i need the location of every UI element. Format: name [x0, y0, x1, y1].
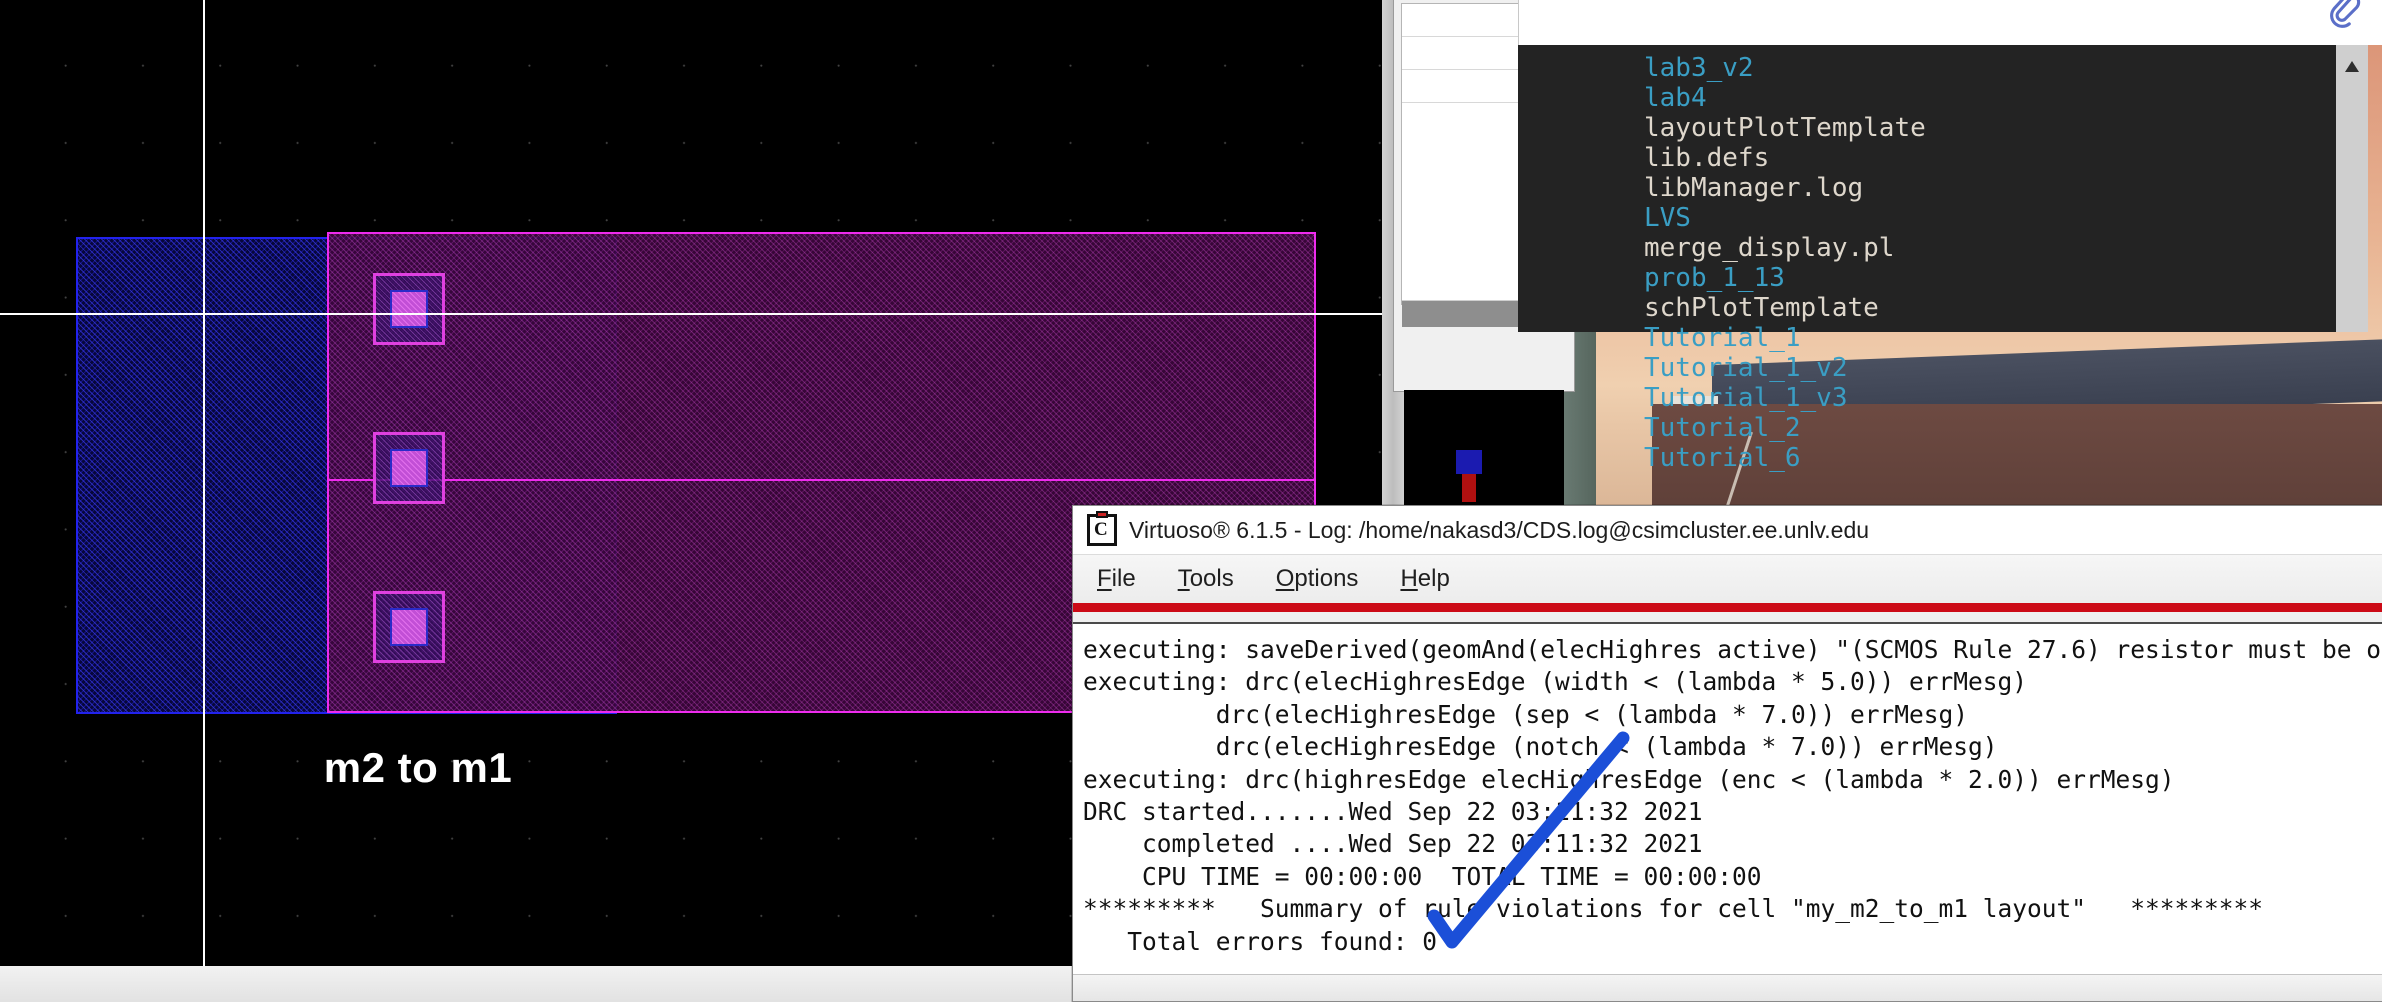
accent-bar [1073, 603, 2382, 612]
log-output-area[interactable]: executing: saveDerived(geomAnd(elecHighr… [1075, 626, 2382, 971]
log-line: drc(elecHighresEdge (sep < (lambda * 7.0… [1083, 699, 1969, 729]
paperclip-icon[interactable] [2327, 0, 2361, 28]
terminal-header-area: X server Exit [1518, 0, 2382, 45]
virtuoso-log-window[interactable]: C Virtuoso® 6.1.5 - Log: /home/nakasd3/C… [1072, 505, 2382, 1002]
terminal-list-item[interactable]: Tutorial_1_v2 [1644, 353, 1926, 383]
thumbnail-metal1-shape [1462, 474, 1476, 502]
terminal-list-item[interactable]: layoutPlotTemplate [1644, 113, 1926, 143]
layout-annotation-label: m2 to m1 [323, 744, 513, 791]
via-contact[interactable] [373, 273, 445, 345]
via-contact[interactable] [373, 591, 445, 663]
scrollbar-thumb[interactable] [1402, 301, 1520, 327]
log-line: executing: drc(highresEdge elecHighresEd… [1083, 764, 2175, 794]
log-line: drc(elecHighresEdge (notch < (lambda * 7… [1083, 732, 1998, 762]
log-line: DRC started.......Wed Sep 22 03:11:32 20… [1083, 797, 1703, 827]
via-contact[interactable] [373, 432, 445, 504]
menubar[interactable]: File Tools Options Help [1073, 554, 2382, 603]
terminal-window[interactable]: lab3_v2 lab4 layoutPlotTemplate lib.defs lib… [1518, 45, 2368, 473]
log-line: Total errors found: 0 [1083, 926, 1438, 956]
menu-tools[interactable]: Tools [1172, 563, 1240, 595]
toolbar-gap [1073, 612, 2382, 624]
terminal-list-item[interactable]: merge_display.pl [1644, 233, 1926, 263]
window-titlebar[interactable]: C Virtuoso® 6.1.5 - Log: /home/nakasd3/C… [1073, 506, 2382, 554]
virtuoso-app-icon: C [1087, 511, 1117, 546]
terminal-list-item[interactable]: Tutorial_1_v3 [1644, 383, 1926, 413]
terminal-list-item[interactable]: lab4 [1644, 83, 1926, 113]
crosshair-vertical [203, 0, 205, 966]
terminal-list-item[interactable]: libManager.log [1644, 173, 1926, 203]
log-line: CPU TIME = 00:00:00 TOTAL TIME = 00:00:0… [1083, 861, 1762, 891]
thumbnail-metal2-shape [1456, 450, 1482, 474]
terminal-scrollbar[interactable] [2336, 45, 2368, 332]
crosshair-horizontal [0, 313, 1382, 315]
via-core [390, 449, 428, 487]
terminal-list-item[interactable]: lab3_v2 [1644, 53, 1926, 83]
shape-metal2-upper[interactable] [327, 232, 1316, 481]
via-core [390, 290, 428, 328]
terminal-list-item[interactable]: LVS [1644, 203, 1926, 233]
layout-bottom-bar [0, 966, 1072, 1002]
menu-file[interactable]: File [1091, 563, 1142, 595]
terminal-list-item[interactable]: Tutorial_6 [1644, 443, 1926, 473]
menu-help[interactable]: Help [1394, 563, 1455, 595]
terminal-file-list: lab3_v2 lab4 layoutPlotTemplate lib.defs lib… [1644, 53, 1926, 473]
log-line: completed ....Wed Sep 22 03:11:32 2021 [1083, 829, 1703, 859]
via-core [390, 608, 428, 646]
menu-options[interactable]: Options [1270, 563, 1365, 595]
log-line: ********* Summary of rule violations for… [1083, 894, 2264, 924]
terminal-list-item[interactable]: prob_1_13 [1644, 263, 1926, 293]
log-line: executing: drc(elecHighresEdge (width < … [1083, 667, 2028, 697]
layout-thumbnail-preview[interactable] [1404, 390, 1564, 520]
terminal-list-item[interactable]: lib.defs [1644, 143, 1926, 173]
log-line: executing: saveDerived(geomAnd(elecHighr… [1083, 635, 2382, 664]
status-bar [1073, 974, 2382, 1001]
terminal-list-item[interactable]: Tutorial_1 [1644, 323, 1926, 353]
window-title: Virtuoso® 6.1.5 - Log: /home/nakasd3/CDS… [1129, 516, 1870, 543]
terminal-list-item[interactable]: Tutorial_2 [1644, 413, 1926, 443]
terminal-list-item[interactable]: schPlotTemplate [1644, 293, 1926, 323]
